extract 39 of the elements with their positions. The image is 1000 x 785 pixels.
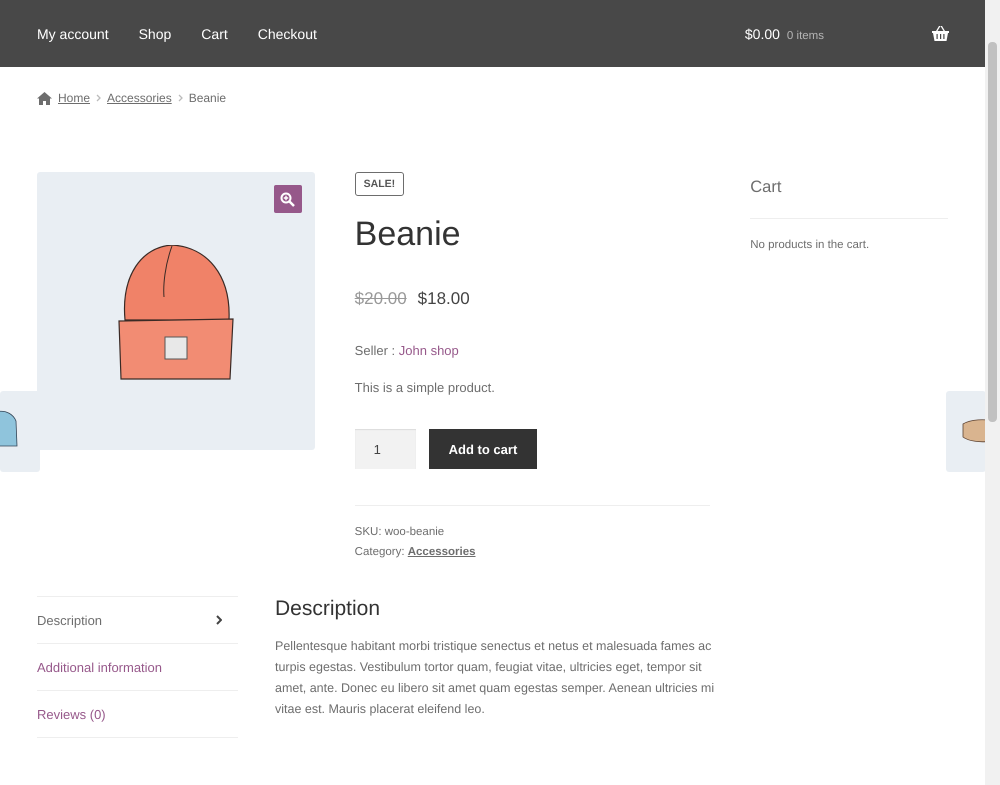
category-link[interactable]: Accessories <box>408 546 476 558</box>
cart-item-count[interactable]: 0 items <box>786 30 824 42</box>
sku-value: woo-beanie <box>384 526 444 538</box>
nav-link[interactable]: Checkout <box>258 26 317 42</box>
chevron-icon <box>96 94 102 102</box>
tab[interactable]: Additional information <box>37 644 238 691</box>
seller-label: Seller : <box>354 343 396 358</box>
chevron-right-icon <box>216 615 222 625</box>
tab[interactable]: Description <box>37 597 238 644</box>
product-title: Beanie <box>354 214 461 254</box>
original-price: $20.00 <box>354 289 407 309</box>
tab[interactable]: Reviews (0) <box>37 691 238 738</box>
chevron-icon <box>178 94 183 102</box>
sku-label: SKU: <box>354 526 382 538</box>
quantity-field[interactable]: 1 <box>354 429 416 469</box>
next-product-thumbnail[interactable] <box>946 391 986 472</box>
breadcrumb-link[interactable]: Accessories <box>107 91 172 105</box>
scrollbar[interactable] <box>985 0 1000 785</box>
description-text: Pellentesque habitant morbi tristique senectus et netus et malesuada fames ac turpis egestas. Vestibulum tortor quam, feugiat vitae, ultricies eget, tempor sit amet, ante. Donec eu libero sit amet quam egestas semper. Aenean ultricies mi vitae est. Mauris placerat eleifend leo. <box>275 638 716 718</box>
short-description: This is a simple product. <box>354 380 495 395</box>
add-to-cart-button[interactable]: Add to cart <box>428 429 538 469</box>
basket-icon[interactable] <box>932 26 949 41</box>
sale-badge: SALE! <box>354 172 404 196</box>
panel-title: Description <box>275 596 382 622</box>
breadcrumb-link[interactable]: Home <box>58 91 90 105</box>
widget-title: Cart <box>750 172 948 219</box>
sale-price: $18.00 <box>418 289 470 309</box>
magnifier-plus-icon <box>280 192 296 206</box>
nav-link[interactable]: Shop <box>138 26 172 42</box>
seller-link[interactable]: John shop <box>398 343 459 358</box>
empty-cart-message: No products in the cart. <box>750 239 870 251</box>
previous-product-thumbnail[interactable] <box>0 391 40 472</box>
nav-link[interactable]: My account <box>37 26 109 42</box>
nav-link[interactable]: Cart <box>201 26 228 42</box>
zoom-button[interactable] <box>274 185 302 213</box>
breadcrumb-current: Beanie <box>188 91 226 105</box>
cart-total[interactable]: $0.00 <box>744 26 780 42</box>
home-icon <box>37 92 52 104</box>
category-label: Category: <box>354 546 405 558</box>
